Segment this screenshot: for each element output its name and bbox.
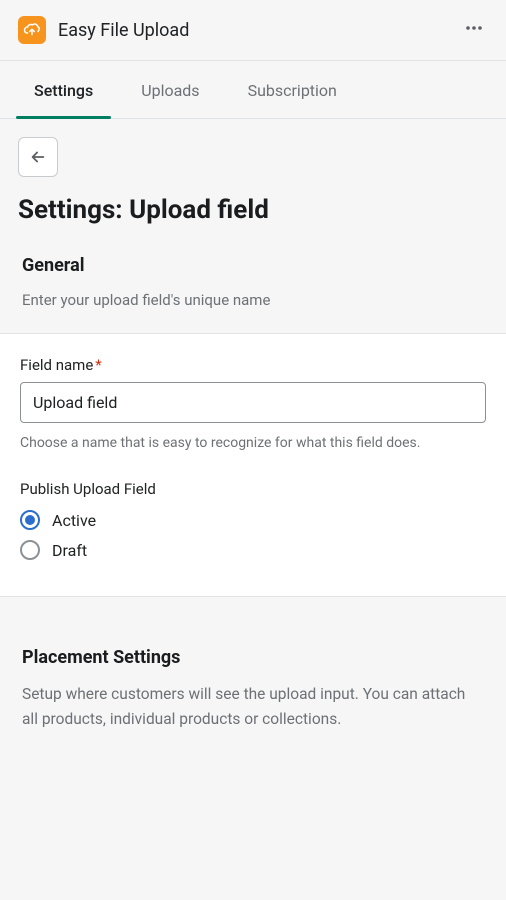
radio-draft-label: Draft (52, 541, 87, 560)
more-menu-button[interactable] (460, 14, 488, 46)
app-icon (18, 16, 46, 44)
arrow-left-icon (29, 148, 47, 166)
radio-active-label: Active (52, 511, 96, 530)
placement-description: Setup where customers will see the uploa… (22, 682, 484, 732)
required-indicator: * (95, 356, 101, 374)
radio-active[interactable]: Active (20, 510, 486, 530)
app-title: Easy File Upload (58, 20, 189, 41)
radio-active-indicator (20, 510, 40, 530)
placement-title: Placement Settings (22, 647, 484, 668)
general-description: Enter your upload field's unique name (22, 290, 484, 311)
general-card: Field name* Choose a name that is easy t… (0, 333, 506, 597)
back-button[interactable] (18, 137, 58, 177)
placement-section-header: Placement Settings Setup where customers… (18, 647, 488, 732)
content: Settings: Upload field General Enter you… (0, 119, 506, 732)
app-title-wrap: Easy File Upload (18, 16, 189, 44)
topbar: Easy File Upload (0, 0, 506, 61)
more-horizontal-icon (464, 18, 484, 38)
tabs: Settings Uploads Subscription (0, 61, 506, 119)
tab-subscription[interactable]: Subscription (244, 61, 341, 118)
publish-label: Publish Upload Field (20, 480, 486, 498)
field-name-label-row: Field name* (20, 356, 486, 374)
field-name-input[interactable] (20, 382, 486, 423)
radio-draft[interactable]: Draft (20, 540, 486, 560)
tab-settings[interactable]: Settings (30, 61, 97, 118)
radio-draft-indicator (20, 540, 40, 560)
tab-uploads[interactable]: Uploads (137, 61, 203, 118)
page-title: Settings: Upload field (18, 195, 488, 225)
general-section-header: General Enter your upload field's unique… (18, 255, 488, 311)
field-name-label: Field name (20, 356, 93, 374)
general-title: General (22, 255, 484, 276)
field-name-help: Choose a name that is easy to recognize … (20, 433, 486, 454)
